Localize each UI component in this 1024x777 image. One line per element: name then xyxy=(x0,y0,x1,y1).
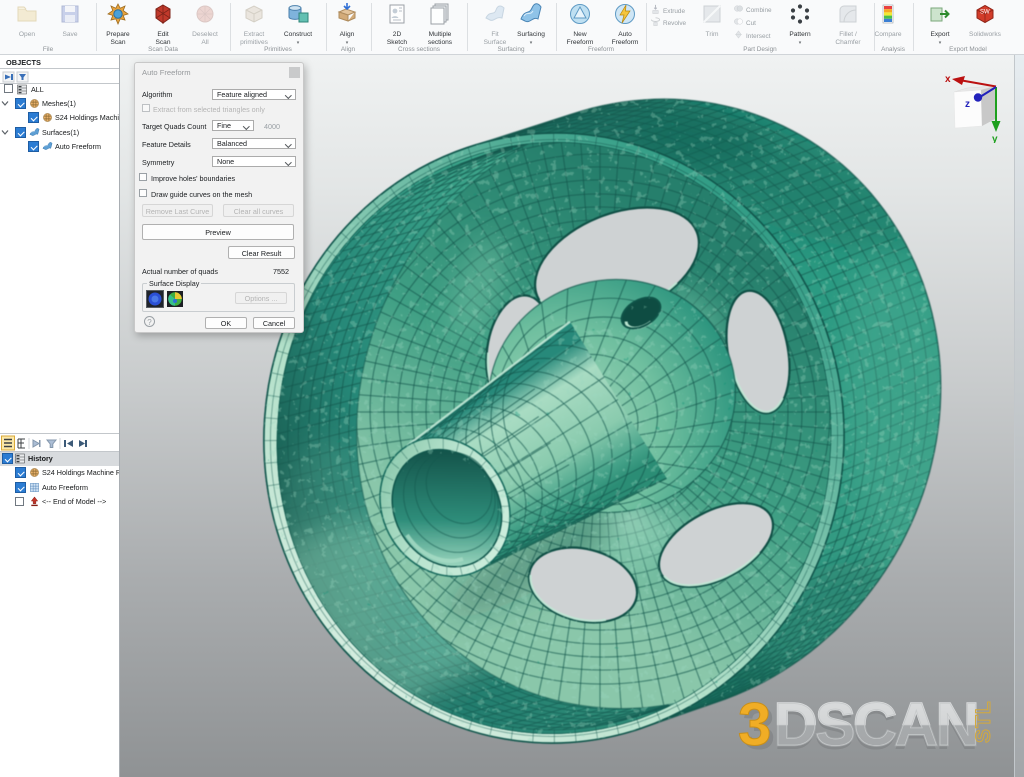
svg-text:DSCAN: DSCAN xyxy=(774,691,977,758)
svg-text:y: y xyxy=(992,134,998,143)
svg-text:z: z xyxy=(965,99,970,110)
svg-text:3: 3 xyxy=(738,691,770,758)
svg-text:SW: SW xyxy=(980,10,990,16)
svg-text:STL: STL xyxy=(972,700,995,743)
svg-text:x: x xyxy=(945,74,951,85)
